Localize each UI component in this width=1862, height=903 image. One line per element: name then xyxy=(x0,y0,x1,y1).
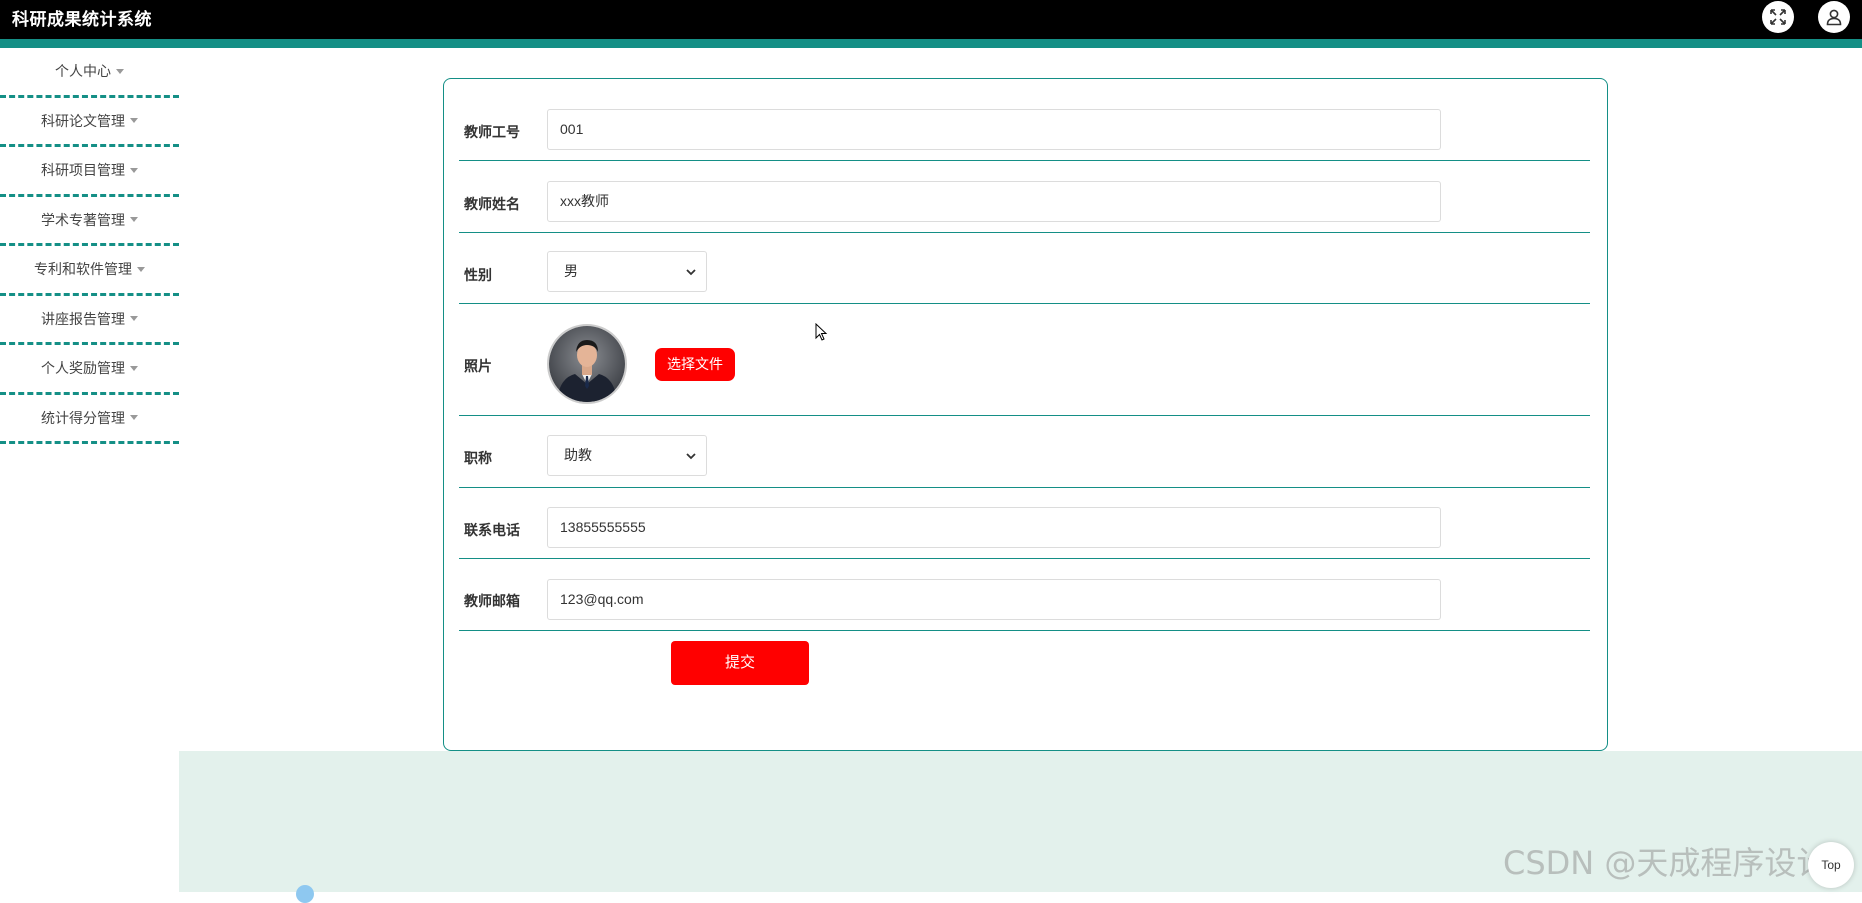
title-select-value: 助教 xyxy=(564,447,592,463)
photo-label: 照片 xyxy=(464,358,492,374)
gender-select[interactable]: 男 xyxy=(547,251,707,292)
phone-label: 联系电话 xyxy=(464,522,520,538)
caret-down-icon xyxy=(130,118,138,124)
form-row-gender: 性别 男 xyxy=(459,233,1590,304)
gender-label: 性别 xyxy=(464,267,492,283)
sidebar-item-personal-center[interactable]: 个人中心 xyxy=(0,48,179,98)
chevron-down-icon xyxy=(686,269,696,276)
gender-select-value: 男 xyxy=(564,263,578,279)
header-accent-stripe xyxy=(0,39,1862,48)
form-row-title: 职称 助教 xyxy=(459,416,1590,488)
sidebar: 个人中心 科研论文管理 科研项目管理 学术专著管理 专利和软件管理 讲座报告管理… xyxy=(0,48,179,444)
watermark: CSDN @天成程序设计 xyxy=(1503,844,1829,882)
choose-file-button[interactable]: 选择文件 xyxy=(655,348,735,381)
phone-input[interactable]: 13855555555 xyxy=(547,507,1441,548)
profile-form: 教师工号 001 教师姓名 xxx教师 性别 男 照片 选择文件 职称 助教 联… xyxy=(443,78,1608,751)
teacher-name-input[interactable]: xxx教师 xyxy=(547,181,1441,222)
caret-down-icon xyxy=(130,415,138,421)
sidebar-item-papers[interactable]: 科研论文管理 xyxy=(0,98,179,147)
caret-down-icon xyxy=(137,266,145,272)
sidebar-item-projects[interactable]: 科研项目管理 xyxy=(0,147,179,197)
caret-down-icon xyxy=(130,365,138,371)
sidebar-item-label: 个人奖励管理 xyxy=(41,360,125,377)
sidebar-item-label: 科研论文管理 xyxy=(41,112,125,129)
sidebar-item-label: 统计得分管理 xyxy=(41,409,125,426)
form-row-teacher-id: 教师工号 001 xyxy=(459,79,1590,161)
form-row-teacher-name: 教师姓名 xxx教师 xyxy=(459,161,1590,233)
mouse-cursor-icon xyxy=(815,323,828,341)
decorative-dot xyxy=(296,885,314,903)
title-select[interactable]: 助教 xyxy=(547,435,707,476)
caret-down-icon xyxy=(116,68,124,74)
caret-down-icon xyxy=(130,316,138,322)
sidebar-item-label: 学术专著管理 xyxy=(41,211,125,228)
sidebar-item-monographs[interactable]: 学术专著管理 xyxy=(0,197,179,246)
teacher-id-input[interactable]: 001 xyxy=(547,109,1441,150)
title-label: 职称 xyxy=(464,450,492,466)
submit-button[interactable]: 提交 xyxy=(671,641,809,685)
sidebar-item-scores[interactable]: 统计得分管理 xyxy=(0,395,179,444)
sidebar-item-label: 个人中心 xyxy=(55,63,111,80)
user-icon xyxy=(1826,9,1842,26)
sidebar-item-awards[interactable]: 个人奖励管理 xyxy=(0,345,179,395)
sidebar-item-lectures[interactable]: 讲座报告管理 xyxy=(0,296,179,345)
email-input[interactable]: 123@qq.com xyxy=(547,579,1441,620)
sidebar-item-label: 专利和软件管理 xyxy=(34,261,132,278)
fullscreen-button[interactable] xyxy=(1762,1,1794,33)
sidebar-item-label: 讲座报告管理 xyxy=(41,310,125,327)
teacher-name-label: 教师姓名 xyxy=(464,196,520,212)
form-row-phone: 联系电话 13855555555 xyxy=(459,488,1590,559)
caret-down-icon xyxy=(130,217,138,223)
avatar xyxy=(547,324,627,404)
fullscreen-icon xyxy=(1770,9,1786,25)
top-header: 科研成果统计系统 xyxy=(0,0,1862,39)
teacher-id-label: 教师工号 xyxy=(464,124,520,140)
app-title: 科研成果统计系统 xyxy=(12,10,152,29)
sidebar-item-label: 科研项目管理 xyxy=(41,162,125,179)
email-label: 教师邮箱 xyxy=(464,593,520,609)
form-row-photo: 照片 选择文件 xyxy=(459,304,1590,416)
chevron-down-icon xyxy=(686,453,696,460)
teacher-photo xyxy=(549,326,625,402)
back-to-top-button[interactable]: Top xyxy=(1808,842,1854,888)
caret-down-icon xyxy=(130,167,138,173)
form-row-email: 教师邮箱 123@qq.com xyxy=(459,559,1590,631)
sidebar-item-patents[interactable]: 专利和软件管理 xyxy=(0,246,179,296)
user-button[interactable] xyxy=(1818,1,1850,33)
